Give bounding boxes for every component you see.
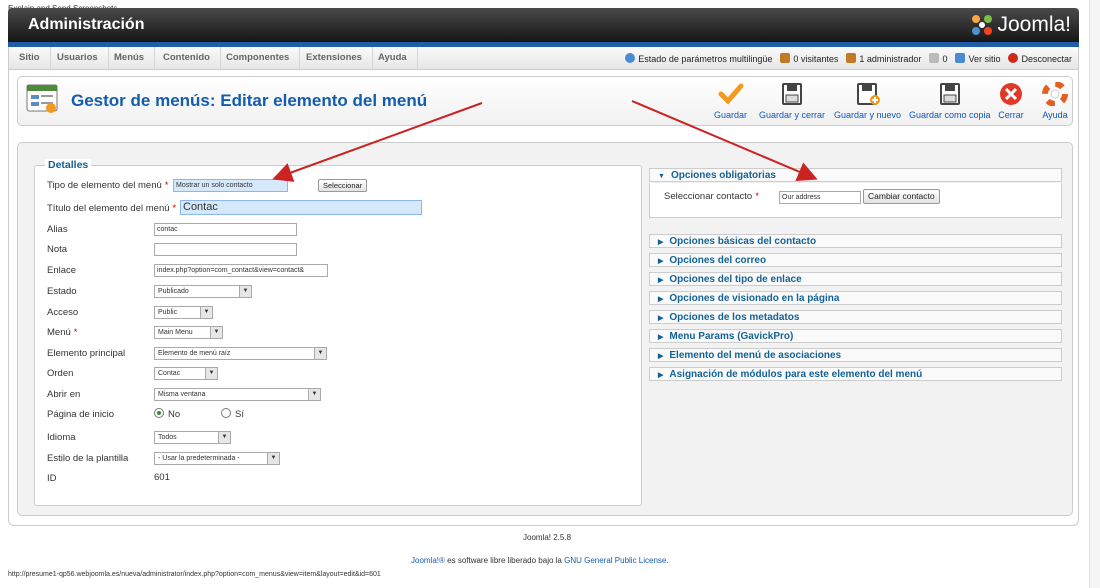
annotation-arrow-right [631,100,818,181]
annotation-arrows [272,100,818,182]
annotation-arrow-left [272,102,483,182]
